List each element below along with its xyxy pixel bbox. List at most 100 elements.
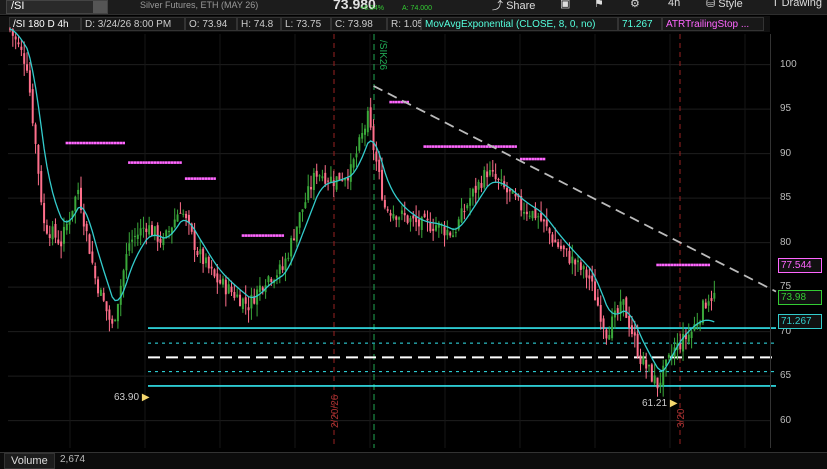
- candle-body: [398, 217, 401, 220]
- candle-body: [227, 284, 230, 294]
- atr-stop-dot: [392, 100, 395, 104]
- atr-stop-dot: [423, 145, 427, 148]
- candle-body: [636, 333, 639, 356]
- atr-stop-dot: [426, 145, 429, 148]
- candle-body: [568, 250, 571, 264]
- atr-stop-dot: [184, 177, 188, 180]
- candle-body: [409, 218, 412, 222]
- price-flag: 73.98: [778, 290, 822, 306]
- candle-body: [494, 173, 497, 180]
- candle-body: [460, 208, 463, 223]
- candle-body: [582, 266, 585, 270]
- candle-body: [435, 225, 437, 231]
- atr-stop-dot: [167, 161, 171, 164]
- candle-body: [62, 226, 65, 244]
- atr-stop-dot: [676, 263, 679, 267]
- candle-body: [346, 177, 349, 181]
- candle-body: [173, 219, 176, 228]
- candle-body: [542, 219, 545, 222]
- candle-body: [327, 180, 330, 182]
- candle-body: [551, 234, 554, 243]
- candle-body: [656, 377, 659, 389]
- candle-body: [222, 278, 224, 285]
- candle-body: [369, 107, 372, 128]
- candle-body: [241, 298, 244, 310]
- candle-body: [281, 266, 284, 270]
- candle-body: [449, 232, 452, 236]
- candle-body: [406, 215, 409, 223]
- price-tick-label: 95: [780, 103, 792, 115]
- atr-stop-dot: [99, 141, 103, 145]
- candle-body: [364, 128, 366, 135]
- candle-body: [667, 354, 670, 358]
- atr-stop-dot: [275, 234, 279, 237]
- candle-body: [60, 241, 63, 247]
- atr-stop-dot: [684, 263, 688, 267]
- atr-stop-dot: [264, 234, 267, 237]
- candle-body: [486, 171, 489, 178]
- atr-stop-dot: [429, 145, 432, 148]
- candle-body: [585, 269, 588, 278]
- candle-body: [423, 213, 426, 218]
- atr-stop-dot: [681, 263, 685, 267]
- atr-stop-dot: [156, 161, 160, 164]
- candle-body: [338, 172, 341, 181]
- candle-body: [588, 275, 591, 279]
- candle-body: [579, 262, 582, 270]
- volume-label[interactable]: Volume: [4, 453, 55, 469]
- atr-stop-dot: [142, 161, 145, 164]
- candle-body: [318, 175, 321, 177]
- candle-body: [645, 359, 648, 369]
- atr-stop-dot: [153, 161, 157, 164]
- atr-stop-dot: [451, 145, 455, 148]
- atr-stop-dot: [537, 157, 540, 161]
- candle-body: [321, 176, 324, 179]
- atr-stop-dot: [395, 100, 398, 104]
- candle-body: [574, 259, 577, 265]
- atr-stop-dot: [91, 141, 94, 145]
- candle-body: [605, 329, 608, 339]
- candle-body: [329, 176, 332, 183]
- atr-stop-dot: [701, 263, 705, 267]
- candle-body: [710, 298, 713, 301]
- candle-body: [554, 239, 557, 243]
- candle-body: [102, 292, 105, 301]
- price-tick-label: 85: [780, 192, 792, 204]
- candle-body: [298, 212, 301, 228]
- atr-stop-dot: [76, 141, 80, 145]
- atr-stop-dot: [136, 161, 140, 164]
- candle-body: [45, 225, 48, 234]
- candle-body: [565, 248, 568, 250]
- atr-stop-dot: [434, 145, 438, 148]
- candle-body: [26, 64, 29, 71]
- candle-body: [378, 159, 381, 172]
- atr-stop-dot: [679, 263, 682, 267]
- price-flag: 71.267: [778, 314, 822, 330]
- candle-body: [133, 235, 136, 237]
- atr-stop-dot: [687, 263, 691, 267]
- atr-stop-dot: [389, 100, 392, 104]
- candle-body: [324, 172, 327, 184]
- candle-body: [372, 126, 375, 151]
- atr-stop-dot: [463, 145, 466, 148]
- candle-body: [244, 297, 247, 304]
- candle-body: [77, 189, 80, 195]
- candle-body: [54, 223, 57, 238]
- candle-body: [432, 228, 435, 231]
- candle-body: [628, 315, 631, 328]
- atr-stop-dot: [449, 145, 452, 148]
- price-tick-label: 65: [780, 370, 792, 382]
- atr-stop-dot: [659, 263, 662, 267]
- atr-stop-dot: [196, 177, 199, 180]
- candle-body: [199, 249, 202, 255]
- atr-stop-dot: [94, 141, 97, 145]
- price-axis[interactable]: [770, 34, 827, 448]
- candle-body: [216, 273, 219, 283]
- atr-stop-dot: [525, 157, 529, 161]
- price-tick-label: 60: [780, 414, 792, 426]
- candle-body: [210, 266, 213, 269]
- candle-body: [20, 46, 23, 50]
- candle-body: [28, 70, 31, 93]
- candle-body: [639, 355, 642, 364]
- atr-stop-dot: [244, 234, 248, 237]
